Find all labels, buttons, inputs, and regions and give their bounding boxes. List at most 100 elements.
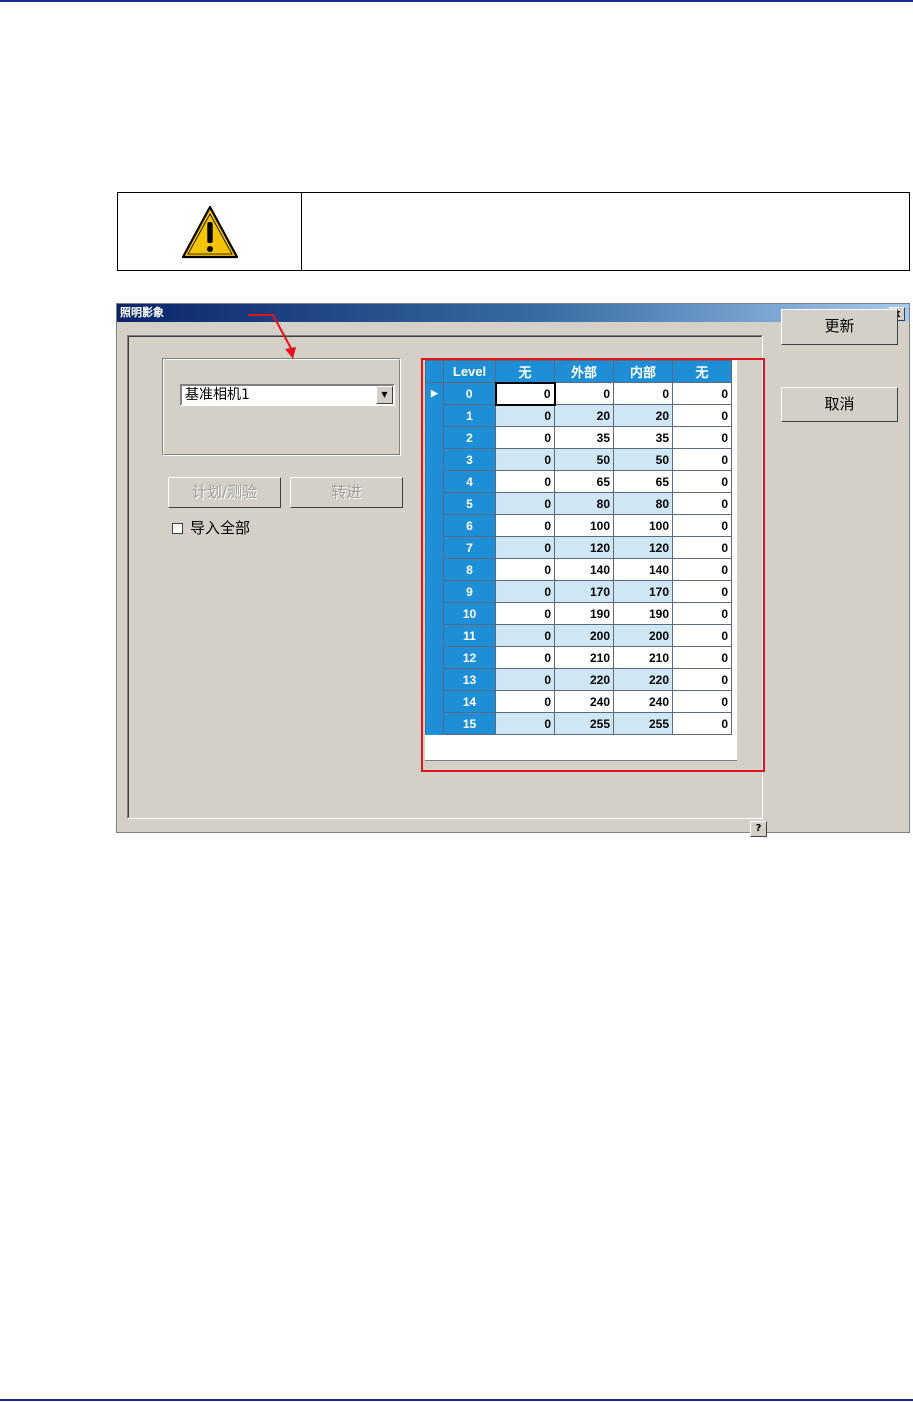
value-cell[interactable]: 0 [495,602,555,625]
value-cell[interactable]: 20 [554,404,614,427]
plan-test-button[interactable]: 计划/测验 [168,477,281,508]
value-cell[interactable]: 240 [554,690,614,713]
value-cell[interactable]: 170 [554,580,614,603]
value-cell[interactable]: 0 [495,690,555,713]
row-header[interactable] [425,558,444,581]
table-row[interactable]: ▶ 0 0 0 0 0 [425,381,732,406]
value-cell[interactable]: 120 [613,536,673,559]
row-header[interactable] [425,514,444,537]
value-cell[interactable]: 35 [554,426,614,449]
value-cell[interactable]: 0 [495,558,555,581]
value-cell[interactable]: 0 [495,536,555,559]
value-cell[interactable]: 220 [613,668,673,691]
row-header[interactable] [425,580,444,603]
help-button[interactable]: ? [750,821,767,837]
value-cell[interactable]: 140 [613,558,673,581]
row-header[interactable] [425,492,444,515]
value-cell[interactable]: 0 [672,536,732,559]
value-cell[interactable]: 0 [613,382,673,405]
value-cell[interactable]: 0 [672,690,732,713]
value-cell[interactable]: 0 [672,470,732,493]
grid-header-external[interactable]: 外部 [554,360,614,383]
value-cell[interactable]: 0 [672,492,732,515]
value-cell[interactable]: 240 [613,690,673,713]
table-row[interactable]: 14 0 240 240 0 [425,690,732,713]
table-row[interactable]: 11 0 200 200 0 [425,624,732,647]
value-cell[interactable]: 0 [672,646,732,669]
value-cell[interactable]: 65 [554,470,614,493]
value-cell[interactable]: 200 [613,624,673,647]
value-cell[interactable]: 200 [554,624,614,647]
value-cell[interactable]: 140 [554,558,614,581]
chevron-down-icon[interactable]: ▼ [376,386,393,404]
value-cell[interactable]: 0 [672,668,732,691]
table-row[interactable]: 15 0 255 255 0 [425,712,732,735]
value-cell[interactable]: 190 [554,602,614,625]
value-cell[interactable]: 50 [554,448,614,471]
value-cell[interactable]: 0 [672,602,732,625]
import-all-row[interactable]: 导入全部 [172,519,250,537]
value-cell[interactable]: 0 [672,448,732,471]
value-cell[interactable]: 20 [613,404,673,427]
value-cell[interactable]: 0 [495,580,555,603]
table-row[interactable]: 1 0 20 20 0 [425,404,732,427]
grid-header-none-2[interactable]: 无 [672,360,732,383]
value-cell[interactable]: 170 [613,580,673,603]
value-cell[interactable]: 0 [495,646,555,669]
value-cell[interactable]: 210 [554,646,614,669]
value-cell[interactable]: 220 [554,668,614,691]
row-header[interactable] [425,448,444,471]
grid-header-none-1[interactable]: 无 [495,360,555,383]
value-cell[interactable]: 100 [554,514,614,537]
value-cell[interactable]: 0 [672,382,732,405]
value-cell[interactable]: 0 [672,580,732,603]
table-row[interactable]: 6 0 100 100 0 [425,514,732,537]
table-row[interactable]: 12 0 210 210 0 [425,646,732,669]
row-header[interactable] [425,602,444,625]
value-cell[interactable]: 0 [494,381,556,406]
value-cell[interactable]: 0 [672,712,732,735]
value-cell[interactable]: 0 [495,492,555,515]
value-cell[interactable]: 0 [672,558,732,581]
value-cell[interactable]: 210 [613,646,673,669]
current-row-indicator[interactable]: ▶ [425,382,444,405]
table-row[interactable]: 9 0 170 170 0 [425,580,732,603]
table-row[interactable]: 3 0 50 50 0 [425,448,732,471]
import-all-checkbox[interactable] [172,522,183,534]
row-header[interactable] [425,668,444,691]
camera-select[interactable]: 基准相机1 ▼ [180,384,395,406]
row-header[interactable] [425,646,444,669]
value-cell[interactable]: 0 [672,426,732,449]
grid-header-internal[interactable]: 内部 [613,360,673,383]
value-cell[interactable]: 0 [495,668,555,691]
table-row[interactable]: 5 0 80 80 0 [425,492,732,515]
value-cell[interactable]: 255 [613,712,673,735]
value-cell[interactable]: 255 [554,712,614,735]
value-cell[interactable]: 50 [613,448,673,471]
cancel-button[interactable]: 取消 [781,387,898,422]
row-header[interactable] [425,712,444,735]
value-cell[interactable]: 0 [495,404,555,427]
table-row[interactable]: 7 0 120 120 0 [425,536,732,559]
row-header[interactable] [425,690,444,713]
value-cell[interactable]: 190 [613,602,673,625]
table-row[interactable]: 8 0 140 140 0 [425,558,732,581]
table-row[interactable]: 2 0 35 35 0 [425,426,732,449]
value-cell[interactable]: 0 [495,712,555,735]
forward-button[interactable]: 转进 [290,477,403,508]
value-cell[interactable]: 35 [613,426,673,449]
row-header[interactable] [425,470,444,493]
value-cell[interactable]: 100 [613,514,673,537]
value-cell[interactable]: 0 [495,426,555,449]
value-cell[interactable]: 80 [613,492,673,515]
row-header[interactable] [425,624,444,647]
value-cell[interactable]: 0 [672,514,732,537]
update-button[interactable]: 更新 [781,309,898,345]
row-header[interactable] [425,536,444,559]
table-row[interactable]: 13 0 220 220 0 [425,668,732,691]
value-cell[interactable]: 65 [613,470,673,493]
value-cell[interactable]: 0 [672,624,732,647]
row-header[interactable] [425,404,444,427]
table-row[interactable]: 4 0 65 65 0 [425,470,732,493]
value-cell[interactable]: 0 [495,470,555,493]
